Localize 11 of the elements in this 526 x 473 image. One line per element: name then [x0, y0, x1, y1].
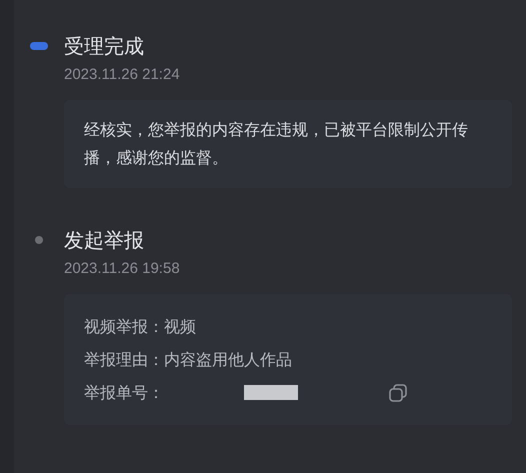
- copy-icon[interactable]: [388, 382, 408, 402]
- detail-label: 视频举报：: [84, 316, 164, 338]
- step-title: 发起举报: [64, 227, 145, 254]
- detail-value: 内容盗用他人作品: [164, 349, 292, 371]
- step-time: 2023.11.26 21:24: [64, 65, 181, 85]
- detail-value: 视频: [164, 316, 196, 338]
- detail-label: 举报理由：: [84, 349, 164, 371]
- result-message: 经核实，您举报的内容存在违规，已被平台限制公开传播，感谢您的监督。: [84, 119, 469, 169]
- detail-label: 举报单号：: [84, 382, 164, 404]
- step-title: 受理完成: [64, 33, 145, 60]
- step-time: 2023.11.26 19:58: [64, 259, 181, 279]
